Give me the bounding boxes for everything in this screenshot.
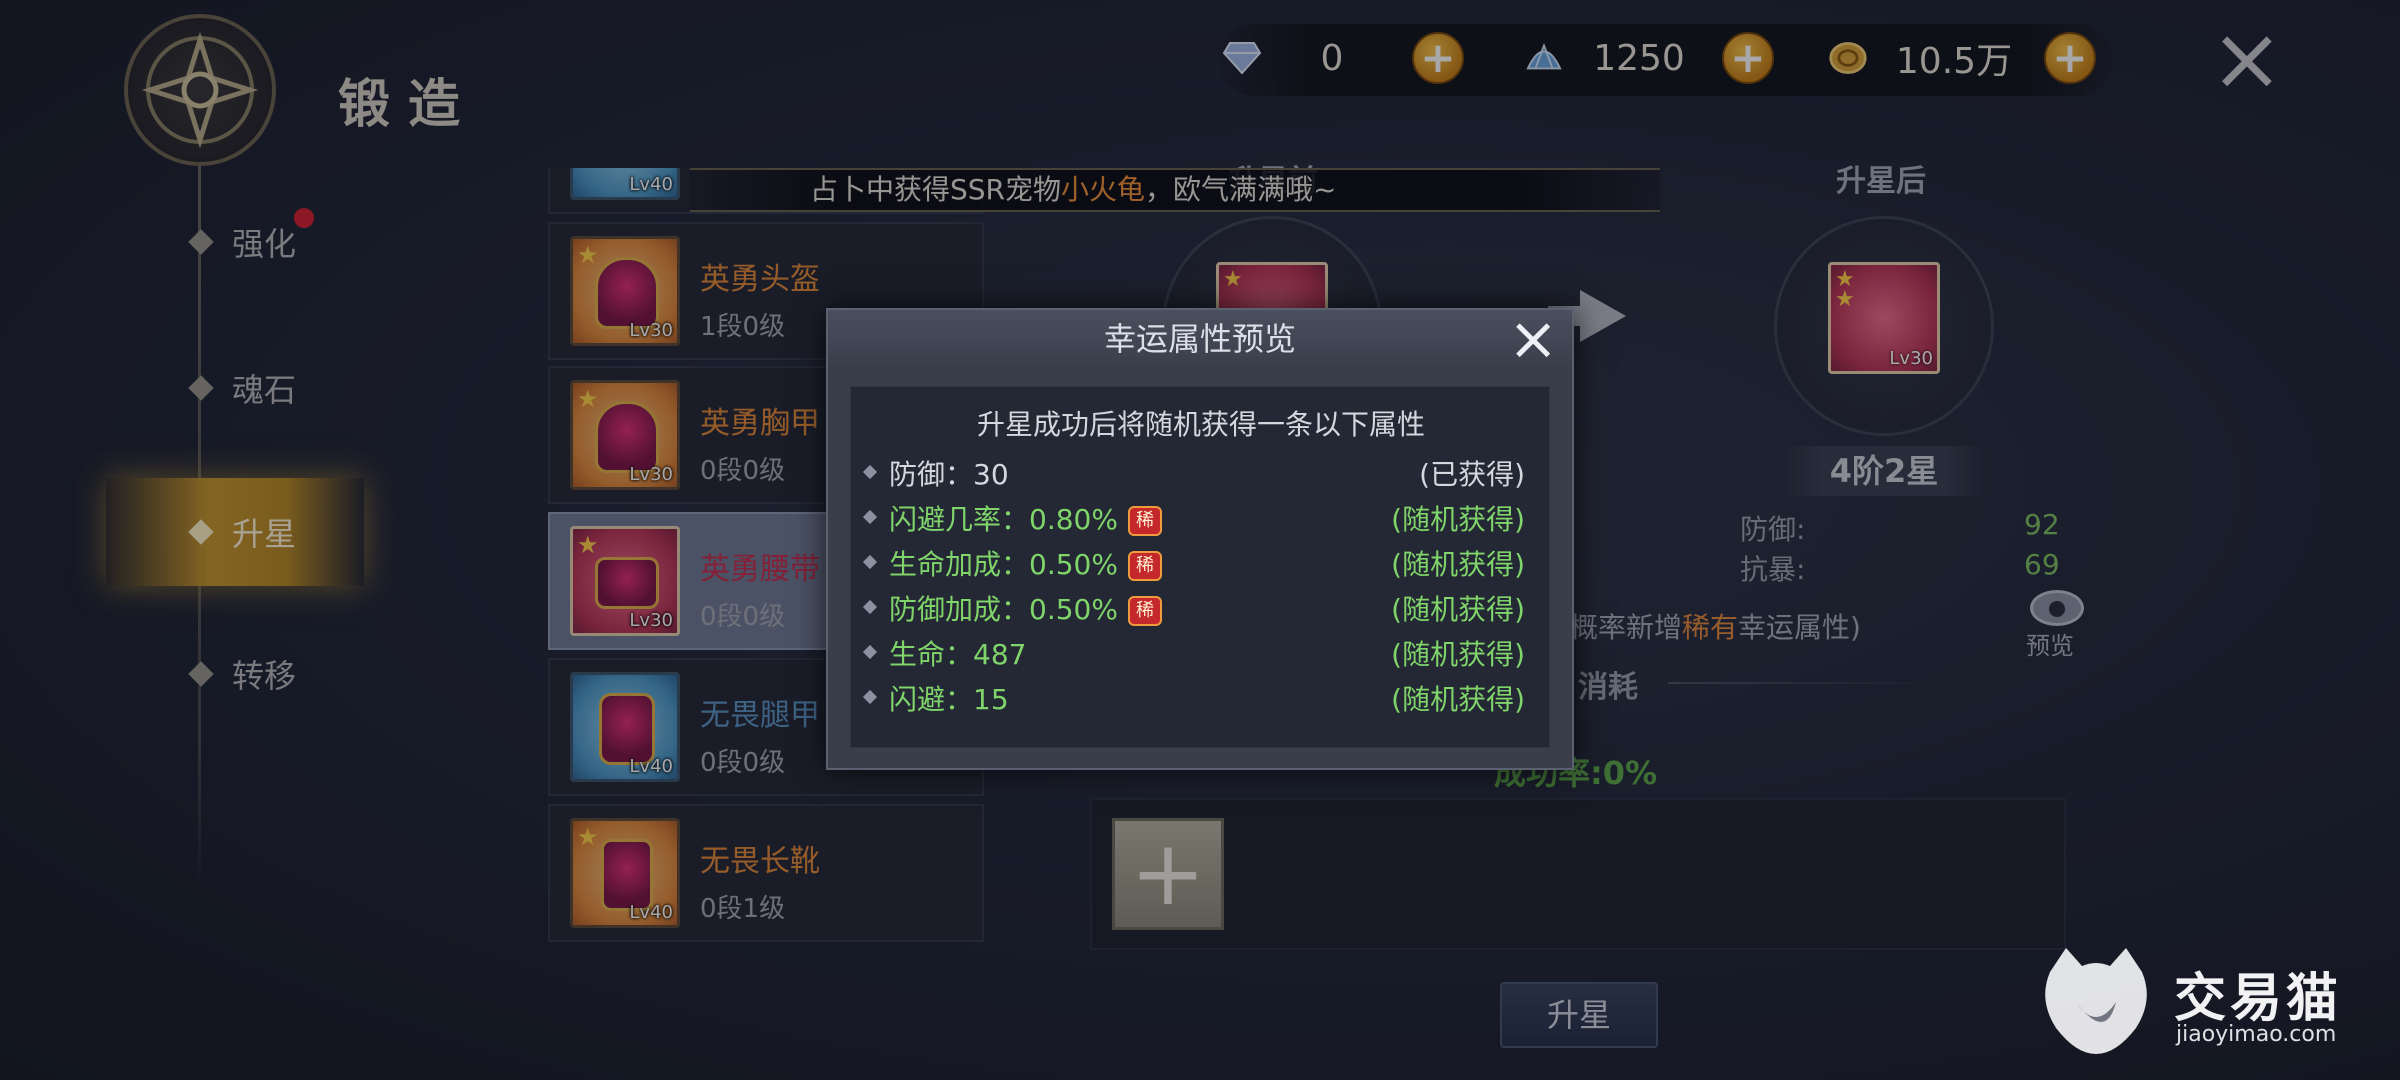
modal-subtitle: 升星成功后将随机获得一条以下属性 xyxy=(976,408,1425,441)
watermark-url: jiaoyimao.com xyxy=(2176,1022,2337,1047)
attribute-row: 生命加成：0.50% 稀 (随机获得) xyxy=(862,543,1541,583)
attribute-row: 防御加成：0.50% 稀 (随机获得) xyxy=(862,588,1541,628)
watermark-brand: 交易猫 xyxy=(2174,969,2343,1029)
cat-logo-icon xyxy=(2045,948,2147,1054)
modal-title: 幸运属性预览 xyxy=(828,310,1572,368)
forge-screen: 锻造 强化 魂石 升星 转移 0 + 1250 + 10.5万 + × Lv40… xyxy=(0,0,2400,1080)
lucky-attribute-modal: 幸运属性预览 × 升星成功后将随机获得一条以下属性 防御：30 (已获得) 闪避… xyxy=(826,308,1574,770)
bullet-icon xyxy=(862,554,878,570)
rare-badge-icon: 稀 xyxy=(1127,596,1162,626)
bullet-icon xyxy=(862,599,878,615)
bullet-icon xyxy=(862,464,878,480)
attribute-row: 防御：30 (已获得) xyxy=(862,453,1541,493)
rare-badge-icon: 稀 xyxy=(1127,551,1162,581)
attribute-row: 生命：487 (随机获得) xyxy=(862,633,1541,673)
attribute-list: 升星成功后将随机获得一条以下属性 防御：30 (已获得) 闪避几率：0.80% 稀… xyxy=(850,386,1550,748)
attribute-row: 闪避：15 (随机获得) xyxy=(862,678,1541,718)
watermark: 交易猫 jiaoyimao.com xyxy=(2036,942,2360,1058)
bullet-icon xyxy=(862,509,878,525)
rare-badge-icon: 稀 xyxy=(1127,506,1162,536)
close-icon[interactable]: × xyxy=(1508,309,1558,369)
attribute-row: 闪避几率：0.80% 稀 (随机获得) xyxy=(862,498,1541,538)
bullet-icon xyxy=(862,689,878,705)
bullet-icon xyxy=(862,644,878,660)
